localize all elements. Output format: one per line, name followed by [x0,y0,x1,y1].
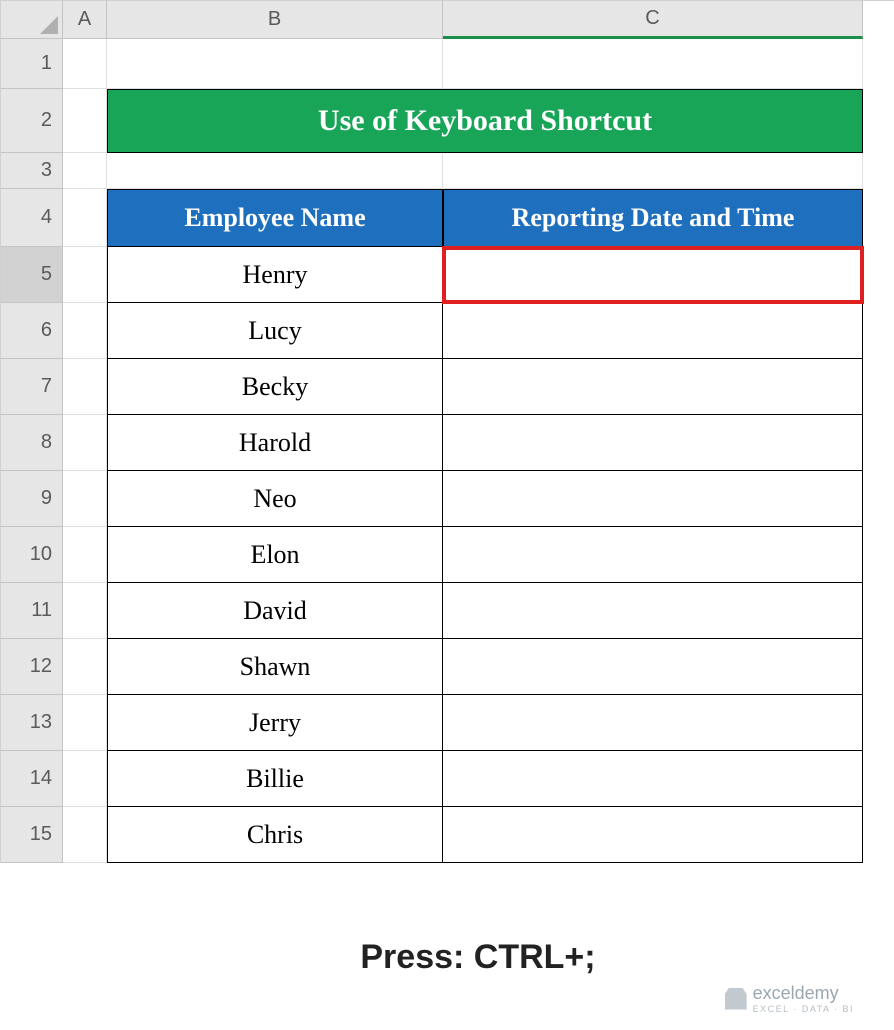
row-header-2[interactable]: 2 [1,89,63,153]
header-reporting-date[interactable]: Reporting Date and Time [443,189,863,247]
row-header-13[interactable]: 13 [1,695,63,751]
cell-b13[interactable]: Jerry [107,695,443,751]
cell-c7[interactable] [443,359,863,415]
cell-b8[interactable]: Harold [107,415,443,471]
cell-c15[interactable] [443,807,863,863]
row-header-8[interactable]: 8 [1,415,63,471]
cell-a14[interactable] [63,751,107,807]
cell-b5[interactable]: Henry [107,247,443,303]
watermark: exceldemy EXCEL · DATA · BI [725,983,854,1014]
row-header-14[interactable]: 14 [1,751,63,807]
row-header-7[interactable]: 7 [1,359,63,415]
col-header-b[interactable]: B [107,1,443,39]
cell-a5[interactable] [63,247,107,303]
cell-a2[interactable] [63,89,107,153]
instruction-text: Press: CTRL+; [62,938,894,977]
cell-c14[interactable] [443,751,863,807]
row-header-1[interactable]: 1 [1,39,63,89]
cell-a11[interactable] [63,583,107,639]
cell-b12[interactable]: Shawn [107,639,443,695]
row-header-3[interactable]: 3 [1,153,63,189]
logo-icon [725,988,747,1010]
cell-b7[interactable]: Becky [107,359,443,415]
cell-c12[interactable] [443,639,863,695]
row-header-4[interactable]: 4 [1,189,63,247]
cell-c8[interactable] [443,415,863,471]
row-header-5[interactable]: 5 [1,247,63,303]
cell-b14[interactable]: Billie [107,751,443,807]
row-header-6[interactable]: 6 [1,303,63,359]
cell-b1[interactable] [107,39,443,89]
select-all-corner[interactable] [1,1,63,39]
cell-b11[interactable]: David [107,583,443,639]
spreadsheet-grid[interactable]: A B C 1 2 Use of Keyboard Shortcut 3 4 E… [0,0,894,863]
cell-b3[interactable] [107,153,443,189]
row-header-15[interactable]: 15 [1,807,63,863]
cell-c11[interactable] [443,583,863,639]
col-header-c[interactable]: C [443,1,863,39]
title-cell[interactable]: Use of Keyboard Shortcut [107,89,863,153]
cell-a12[interactable] [63,639,107,695]
cell-c10[interactable] [443,527,863,583]
watermark-brand: exceldemy [753,983,839,1003]
cell-a9[interactable] [63,471,107,527]
cell-a8[interactable] [63,415,107,471]
row-header-11[interactable]: 11 [1,583,63,639]
row-header-9[interactable]: 9 [1,471,63,527]
row-header-12[interactable]: 12 [1,639,63,695]
cell-a13[interactable] [63,695,107,751]
cell-c3[interactable] [443,153,863,189]
cell-b9[interactable]: Neo [107,471,443,527]
cell-a7[interactable] [63,359,107,415]
cell-a15[interactable] [63,807,107,863]
cell-a4[interactable] [63,189,107,247]
cell-a1[interactable] [63,39,107,89]
col-header-a[interactable]: A [63,1,107,39]
cell-a6[interactable] [63,303,107,359]
cell-c6[interactable] [443,303,863,359]
cell-b10[interactable]: Elon [107,527,443,583]
header-employee-name[interactable]: Employee Name [107,189,443,247]
cell-a3[interactable] [63,153,107,189]
cell-c5-selected[interactable] [443,247,863,303]
cell-b6[interactable]: Lucy [107,303,443,359]
cell-a10[interactable] [63,527,107,583]
row-header-10[interactable]: 10 [1,527,63,583]
cell-c9[interactable] [443,471,863,527]
cell-b15[interactable]: Chris [107,807,443,863]
cell-c13[interactable] [443,695,863,751]
watermark-tag: EXCEL · DATA · BI [753,1004,854,1014]
cell-c1[interactable] [443,39,863,89]
